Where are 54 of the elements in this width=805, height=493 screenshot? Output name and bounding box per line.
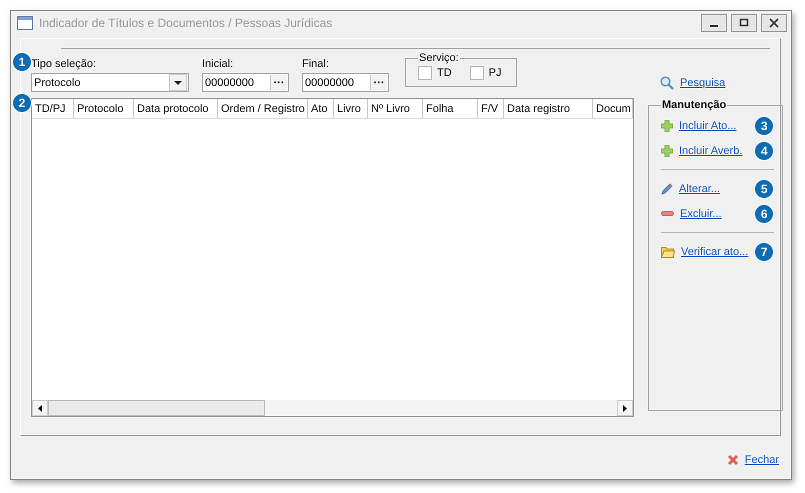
column-header[interactable]: Data protocolo <box>134 99 218 118</box>
group-label: Serviço: <box>418 52 460 64</box>
pencil-icon <box>661 182 673 194</box>
panel-title: Manutenção <box>661 99 728 111</box>
action-link[interactable]: Incluir Ato... <box>679 120 736 132</box>
close-button[interactable] <box>761 14 787 32</box>
horizontal-scrollbar[interactable] <box>32 400 633 416</box>
close-link[interactable]: Fechar <box>744 454 779 466</box>
field-label: Tipo seleção: <box>31 58 98 70</box>
folder-icon <box>661 246 675 258</box>
column-header[interactable]: Docum <box>593 99 633 118</box>
step-badge: 3 <box>754 116 774 136</box>
column-header[interactable]: F/V <box>478 99 504 118</box>
plus-icon <box>661 120 673 132</box>
action-link[interactable]: Excluir... <box>680 208 722 220</box>
plus-icon <box>661 144 673 156</box>
step-badge: 7 <box>754 242 774 262</box>
step-badge: 4 <box>754 140 774 160</box>
step-badge: 6 <box>754 204 774 224</box>
action-link[interactable]: Alterar... <box>679 182 720 194</box>
maximize-icon <box>739 18 749 28</box>
step-badge: 5 <box>754 178 774 198</box>
column-header[interactable]: Protocolo <box>74 99 134 118</box>
action-link[interactable]: Incluir Averb. <box>679 144 742 156</box>
minimize-button[interactable] <box>701 14 727 32</box>
minus-icon <box>661 211 674 216</box>
search-icon <box>660 76 674 90</box>
close-icon <box>769 18 779 28</box>
right-arrow-icon <box>623 404 627 412</box>
scroll-right-button[interactable] <box>617 400 633 416</box>
column-header[interactable]: Livro <box>334 99 368 118</box>
left-arrow-icon <box>38 404 42 412</box>
window-icon <box>17 16 33 30</box>
field-label: Inicial: <box>202 58 234 70</box>
column-header[interactable]: Ato <box>308 99 334 118</box>
window-title: Indicador de Títulos e Documentos / Pessoas Jurídicas <box>39 16 334 30</box>
minimize-icon <box>710 24 718 26</box>
service-checkbox[interactable]: PJ <box>470 66 502 80</box>
column-header[interactable]: Nº Livro <box>368 99 423 118</box>
step-badge: 2 <box>12 93 32 113</box>
column-header[interactable]: Folha <box>423 99 478 118</box>
scrollbar-thumb[interactable] <box>48 400 265 416</box>
maximize-button[interactable] <box>731 14 757 32</box>
field-label: Final: <box>302 58 330 70</box>
close-icon <box>726 454 739 466</box>
column-header[interactable]: Data registro <box>504 99 593 118</box>
column-header[interactable]: Ordem / Registro <box>218 99 308 118</box>
selection-type-dropdown[interactable]: Protocolo <box>31 73 189 92</box>
dropdown-arrow-icon <box>174 80 182 84</box>
step-badge: 1 <box>12 52 32 72</box>
scroll-left-button[interactable] <box>32 400 48 416</box>
action-link[interactable]: Verificar ato... <box>681 246 748 258</box>
service-checkbox[interactable]: TD <box>418 66 452 80</box>
search-link[interactable]: Pesquisa <box>680 77 726 89</box>
